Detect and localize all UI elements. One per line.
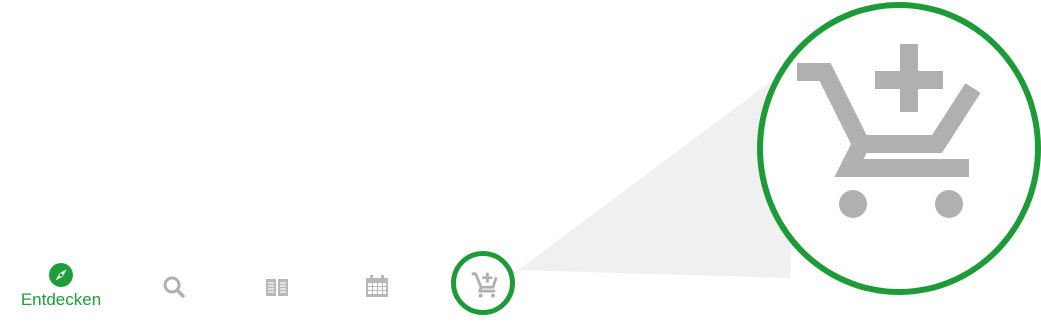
search-icon [163, 276, 185, 298]
nav-item-discover[interactable]: Entdecken [16, 250, 106, 324]
add-to-cart-icon [471, 272, 498, 298]
nav-item-search[interactable] [129, 250, 219, 324]
nav-item-book[interactable] [232, 250, 322, 324]
book-icon [266, 279, 288, 296]
nav-item-cart[interactable] [439, 250, 529, 324]
nav-item-label: Entdecken [20, 290, 102, 309]
bottom-navigation-bar: Entdecken [0, 250, 560, 324]
screenshot-stage: Entdecken [0, 0, 1041, 324]
nav-item-calendar[interactable] [332, 250, 422, 324]
add-to-cart-icon [797, 43, 981, 218]
zoom-magnifier [757, 2, 1041, 295]
calendar-icon [366, 275, 388, 297]
compass-icon [49, 263, 73, 287]
